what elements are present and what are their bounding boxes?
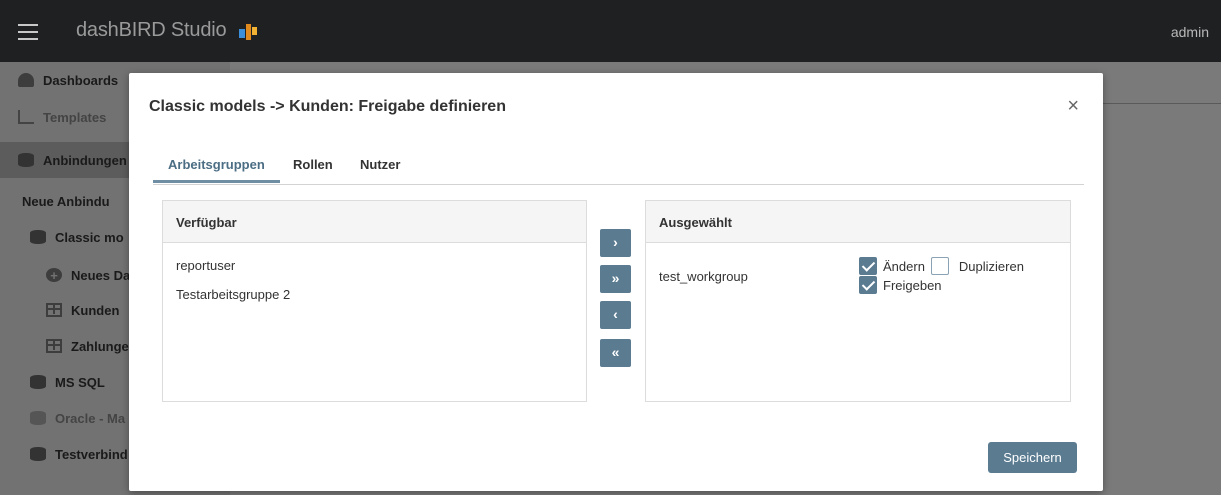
save-button[interactable]: Speichern <box>988 442 1077 473</box>
sidebar-item-label: Oracle - Ma <box>55 410 126 426</box>
table-icon <box>46 303 62 317</box>
tab-arbeitsgruppen[interactable]: Arbeitsgruppen <box>153 157 280 183</box>
sidebar-item-label: Zahlunge <box>71 338 129 354</box>
sidebar-item-label: MS SQL <box>55 374 105 390</box>
add-all-button[interactable]: » <box>600 265 631 293</box>
available-panel-header: Verfügbar <box>163 201 586 243</box>
tab-nutzer[interactable]: Nutzer <box>360 157 400 181</box>
sidebar-item-label: Templates <box>43 109 107 125</box>
database-icon <box>30 411 46 425</box>
list-item[interactable]: Testarbeitsgruppe 2 <box>176 287 290 302</box>
permission-row: Freigeben <box>859 276 948 294</box>
line-chart-icon <box>18 110 34 124</box>
database-icon <box>18 153 34 167</box>
database-icon <box>30 375 46 389</box>
selected-panel: Ausgewählt test_workgroup Ändern Duplizi… <box>645 200 1071 402</box>
tab-rollen[interactable]: Rollen <box>293 157 333 181</box>
permission-duplizieren-checkbox[interactable] <box>930 257 949 275</box>
sidebar-item-label: Testverbind <box>55 446 128 462</box>
gauge-icon <box>18 73 34 87</box>
available-panel: Verfügbar reportuser Testarbeitsgruppe 2 <box>162 200 587 402</box>
permission-duplizieren-label: Duplizieren <box>958 258 1024 274</box>
remove-selected-button[interactable]: ‹ <box>600 301 631 329</box>
permission-row: Ändern Duplizieren <box>859 257 1030 275</box>
sidebar-item-label: Classic mo <box>55 229 124 245</box>
remove-all-button[interactable]: « <box>600 339 631 367</box>
close-icon[interactable]: × <box>1067 96 1079 116</box>
dashbird-logo-icon <box>239 24 257 40</box>
app-title: dashBIRD Studio <box>76 19 227 41</box>
permission-aendern-checkbox[interactable] <box>859 257 877 275</box>
database-icon <box>30 230 46 244</box>
database-icon <box>30 447 46 461</box>
selected-panel-header: Ausgewählt <box>646 201 1070 243</box>
share-dialog: Classic models -> Kunden: Freigabe defin… <box>129 73 1103 491</box>
user-menu[interactable]: admin <box>1171 24 1209 40</box>
top-bar: dashBIRD Studio admin <box>0 0 1221 62</box>
table-icon <box>46 339 62 353</box>
add-selected-button[interactable]: › <box>600 229 631 257</box>
selected-item-name[interactable]: test_workgroup <box>659 269 748 284</box>
permission-freigeben-checkbox[interactable] <box>859 276 877 294</box>
sidebar-item-label: Neue Anbindu <box>22 193 110 209</box>
permission-freigeben-label: Freigeben <box>883 277 942 293</box>
hamburger-menu-icon[interactable] <box>18 24 38 40</box>
sidebar-item-label: Kunden <box>71 302 120 318</box>
dialog-title: Classic models -> Kunden: Freigabe defin… <box>149 98 506 115</box>
tab-bar: Arbeitsgruppen Rollen Nutzer <box>153 151 1084 185</box>
list-item[interactable]: reportuser <box>176 258 235 273</box>
plus-circle-icon: + <box>46 268 62 283</box>
sidebar-item-label: Anbindungen <box>43 152 127 168</box>
sidebar-item-label: Dashboards <box>43 72 119 88</box>
sidebar-item-label: Neues Da <box>71 267 131 283</box>
permission-aendern-label: Ändern <box>883 258 925 274</box>
